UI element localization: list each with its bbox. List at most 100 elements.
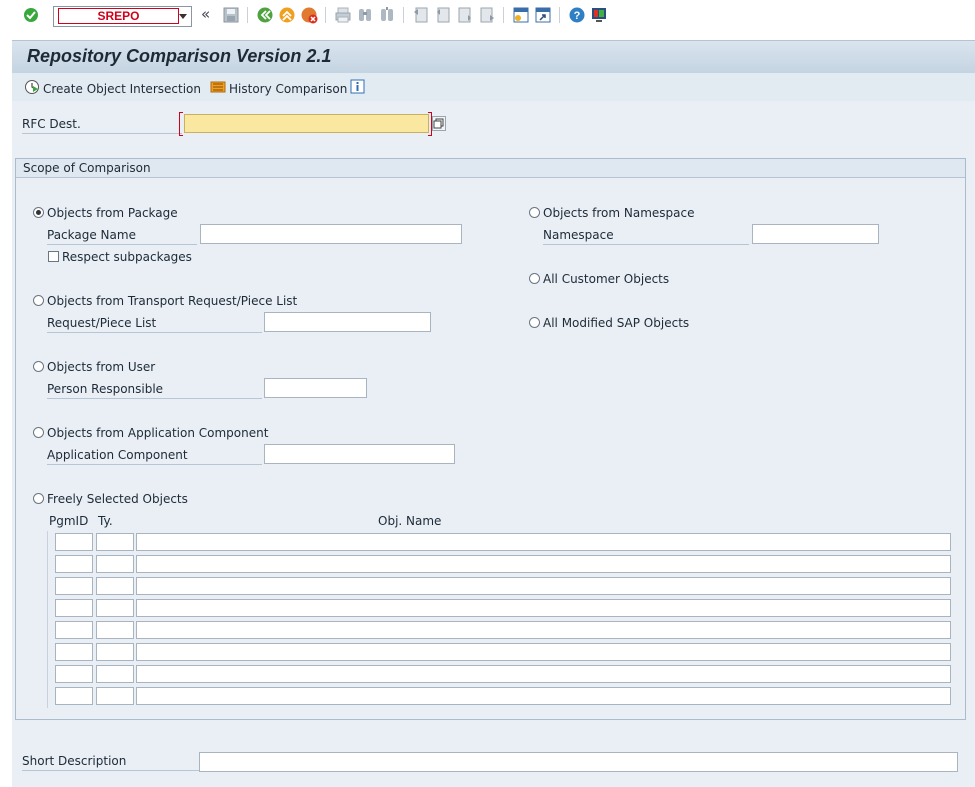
respect-subpackages-checkbox[interactable]	[48, 251, 59, 262]
customize-layout-icon[interactable]	[590, 6, 608, 24]
obj-name-cell[interactable]	[136, 599, 951, 617]
person-responsible-input[interactable]	[264, 378, 367, 398]
toolbar-separator	[503, 7, 504, 23]
scope-of-comparison-group: Scope of Comparison Objects from Package…	[15, 158, 966, 720]
first-page-icon[interactable]	[412, 6, 430, 24]
pgmid-cell[interactable]	[55, 555, 93, 573]
obj-name-cell[interactable]	[136, 555, 951, 573]
find-next-icon[interactable]	[378, 6, 396, 24]
pgmid-cell[interactable]	[55, 621, 93, 639]
radio-label-free: Freely Selected Objects	[47, 492, 188, 506]
help-icon[interactable]: ?	[568, 6, 586, 24]
back-double-icon[interactable]: «	[201, 6, 219, 24]
application-component-label: Application Component	[47, 446, 262, 465]
toolbar-separator	[559, 7, 560, 23]
create-session-icon[interactable]	[512, 6, 530, 24]
pgmid-cell[interactable]	[55, 665, 93, 683]
obj-name-cell[interactable]	[136, 687, 951, 705]
obj-name-cell[interactable]	[136, 665, 951, 683]
toolbar-separator	[403, 7, 404, 23]
radio-label-customer: All Customer Objects	[543, 272, 670, 286]
column-header-type: Ty.	[98, 514, 113, 528]
package-name-label: Package Name	[47, 226, 197, 245]
command-field[interactable]: SREPO	[53, 6, 192, 27]
next-page-icon[interactable]	[456, 6, 474, 24]
type-cell[interactable]	[96, 599, 134, 617]
column-header-obj-name: Obj. Name	[378, 514, 442, 528]
radio-label-component: Objects from Application Component	[47, 426, 269, 440]
group-title: Scope of Comparison	[23, 161, 151, 175]
person-responsible-label: Person Responsible	[47, 380, 262, 399]
radio-label-transport: Objects from Transport Request/Piece Lis…	[47, 294, 298, 308]
type-cell[interactable]	[96, 555, 134, 573]
short-description-label: Short Description	[22, 752, 204, 771]
cancel-icon[interactable]	[300, 6, 318, 24]
main-area: Repository Comparison Version 2.1 Create…	[12, 40, 975, 787]
radio-objects-from-package[interactable]	[33, 207, 44, 218]
find-icon[interactable]	[356, 6, 374, 24]
rfc-dest-input[interactable]	[184, 114, 429, 133]
type-cell[interactable]	[96, 577, 134, 595]
back-icon[interactable]	[256, 6, 274, 24]
radio-label-package: Objects from Package	[47, 206, 178, 220]
radio-objects-from-application-component[interactable]	[33, 427, 44, 438]
radio-freely-selected-objects[interactable]	[33, 493, 44, 504]
radio-objects-from-user[interactable]	[33, 361, 44, 372]
free-objects-table	[47, 531, 953, 708]
chevron-down-icon[interactable]	[179, 14, 187, 19]
enter-icon[interactable]	[22, 6, 40, 24]
pgmid-cell[interactable]	[55, 533, 93, 551]
radio-all-customer-objects[interactable]	[529, 273, 540, 284]
obj-name-cell[interactable]	[136, 577, 951, 595]
exit-icon[interactable]	[278, 6, 296, 24]
info-button[interactable]	[350, 79, 368, 97]
application-toolbar: Create Object Intersection History Compa…	[12, 73, 975, 101]
system-toolbar: SREPO « ?	[0, 0, 975, 33]
radio-label-user: Objects from User	[47, 360, 156, 374]
package-name-input[interactable]	[200, 224, 462, 244]
pgmid-cell[interactable]	[55, 643, 93, 661]
type-cell[interactable]	[96, 665, 134, 683]
command-field-value[interactable]: SREPO	[58, 8, 179, 24]
namespace-input[interactable]	[752, 224, 879, 244]
value-help-icon[interactable]	[432, 116, 446, 131]
radio-label-modified: All Modified SAP Objects	[543, 316, 690, 330]
previous-page-icon[interactable]	[434, 6, 452, 24]
type-cell[interactable]	[96, 533, 134, 551]
request-piece-list-input[interactable]	[264, 312, 431, 332]
pgmid-cell[interactable]	[55, 599, 93, 617]
namespace-label: Namespace	[543, 226, 749, 245]
type-cell[interactable]	[96, 643, 134, 661]
radio-all-modified-sap-objects[interactable]	[529, 317, 540, 328]
history-icon	[210, 79, 226, 100]
shortcut-icon[interactable]	[534, 6, 552, 24]
type-cell[interactable]	[96, 621, 134, 639]
history-comparison-button[interactable]: History Comparison	[210, 79, 347, 97]
request-piece-list-label: Request/Piece List	[47, 314, 262, 333]
save-icon[interactable]	[222, 6, 240, 24]
execute-clock-icon	[24, 79, 40, 100]
short-description-input[interactable]	[199, 752, 958, 772]
toolbar-separator	[325, 7, 326, 23]
group-header: Scope of Comparison	[16, 159, 965, 178]
pgmid-cell[interactable]	[55, 577, 93, 595]
obj-name-cell[interactable]	[136, 643, 951, 661]
last-page-icon[interactable]	[478, 6, 496, 24]
toolbar-separator	[247, 7, 248, 23]
page-title: Repository Comparison Version 2.1	[27, 46, 332, 66]
obj-name-cell[interactable]	[136, 533, 951, 551]
type-cell[interactable]	[96, 687, 134, 705]
radio-objects-from-namespace[interactable]	[529, 207, 540, 218]
radio-objects-from-transport[interactable]	[33, 295, 44, 306]
obj-name-cell[interactable]	[136, 621, 951, 639]
svg-text:?: ?	[574, 10, 581, 22]
application-component-input[interactable]	[264, 444, 455, 464]
title-bar: Repository Comparison Version 2.1	[12, 40, 975, 73]
pgmid-cell[interactable]	[55, 687, 93, 705]
rfc-dest-label: RFC Dest.	[22, 115, 182, 134]
column-header-pgmid: PgmID	[49, 514, 89, 528]
respect-subpackages-label: Respect subpackages	[62, 250, 192, 264]
create-object-intersection-button[interactable]: Create Object Intersection	[24, 79, 201, 97]
radio-label-namespace: Objects from Namespace	[543, 206, 695, 220]
print-icon[interactable]	[334, 6, 352, 24]
